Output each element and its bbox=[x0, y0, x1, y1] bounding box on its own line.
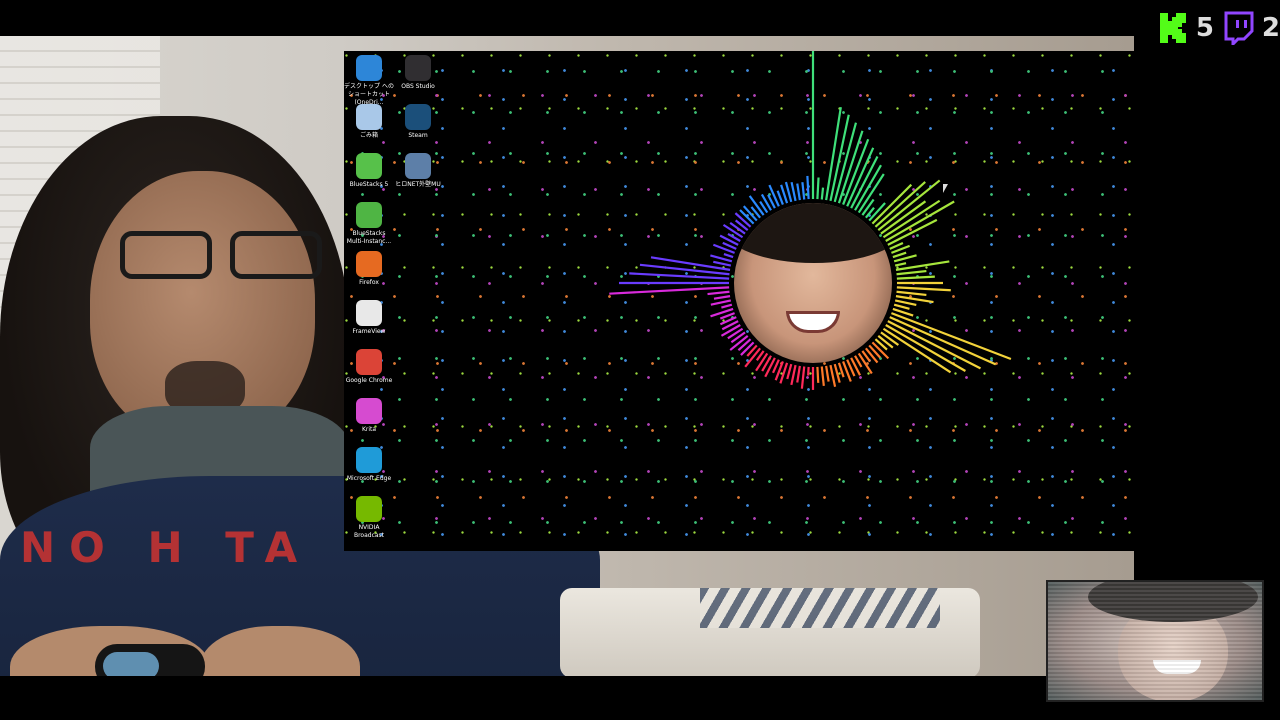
edge-icon bbox=[356, 447, 382, 473]
desktop-icon-label: NVIDIA Broadcast bbox=[353, 524, 385, 539]
visualizer-bar bbox=[816, 177, 820, 200]
visualizer-bar bbox=[877, 335, 894, 349]
app-icon bbox=[405, 153, 431, 179]
visualizer-bar bbox=[880, 331, 900, 346]
visualizer-bar bbox=[723, 253, 734, 259]
kick-icon bbox=[1159, 13, 1186, 43]
visualizer-bar bbox=[891, 312, 1012, 361]
desktop-icon-label: BlueStacks Multi-Instanc... bbox=[346, 230, 392, 245]
streamer-glasses bbox=[120, 231, 325, 283]
recycle-bin-icon bbox=[356, 104, 382, 130]
stream-viewer-badges: 5 2 bbox=[1158, 8, 1280, 48]
visualizer-bar bbox=[786, 363, 793, 380]
visualizer-bar bbox=[837, 362, 845, 378]
desktop-icon-onedrive[interactable]: デスクトップ へのショートカット (OneDri... bbox=[344, 55, 394, 107]
visualizer-bar bbox=[865, 347, 879, 364]
visualizer-bar bbox=[894, 262, 907, 267]
visualizer-bar bbox=[639, 263, 730, 276]
onedrive-icon bbox=[356, 55, 382, 81]
desktop-icon-bluestacks[interactable]: BlueStacks 5 bbox=[344, 153, 394, 189]
bluestacks-icon bbox=[356, 153, 382, 179]
obs-icon bbox=[405, 55, 431, 81]
visualizer-bar bbox=[894, 299, 917, 307]
mouse-cursor-icon bbox=[943, 184, 948, 193]
visualizer-bar bbox=[790, 181, 797, 202]
visualizer-bar bbox=[796, 365, 801, 383]
visualizer-bar bbox=[800, 366, 806, 389]
visualizer-bar bbox=[720, 324, 741, 337]
desktop-icon-obs[interactable]: OBS Studio bbox=[393, 55, 443, 91]
visualizer-bar bbox=[796, 183, 801, 201]
visualizer-bar bbox=[764, 357, 776, 378]
desktop-icon-recycle-bin[interactable]: ごみ箱 bbox=[344, 104, 394, 140]
desktop-capture: デスクトップ へのショートカット (OneDri... OBS Studio ごみ箱… bbox=[344, 51, 1134, 551]
kick-viewer-count: 5 bbox=[1195, 13, 1214, 43]
steam-icon bbox=[405, 104, 431, 130]
visualizer-bar bbox=[710, 299, 732, 306]
desktop-icon-krita[interactable]: Krita bbox=[344, 398, 394, 434]
bed-stripes bbox=[700, 588, 940, 628]
firefox-icon bbox=[356, 251, 382, 277]
desktop-icon-label: ごみ箱 bbox=[359, 132, 378, 139]
desktop-icon-label: BlueStacks 5 bbox=[349, 181, 389, 188]
desktop-icon-label: OBS Studio bbox=[401, 83, 435, 90]
visualizer-bar bbox=[755, 352, 769, 372]
visualizer-bar bbox=[713, 295, 731, 300]
visualizer-bar bbox=[629, 272, 730, 280]
desktop-icon-label: Microsoft Edge bbox=[346, 475, 392, 482]
desktop-icon-firefox[interactable]: Firefox bbox=[344, 251, 394, 287]
visualizer-bar bbox=[892, 251, 907, 259]
visualizer-bar bbox=[896, 269, 927, 276]
twitch-viewer-count: 2 bbox=[1261, 13, 1280, 43]
desktop-icon-label: Firefox bbox=[359, 279, 379, 286]
desktop-icon-label: ヒロNET外壁MU bbox=[395, 181, 441, 188]
twitch-icon bbox=[1224, 11, 1254, 45]
desktop-icon-chrome[interactable]: Google Chrome bbox=[344, 349, 394, 385]
desktop-icon-bluestacks-multi[interactable]: BlueStacks Multi-Instanc... bbox=[344, 202, 394, 246]
krita-icon bbox=[356, 398, 382, 424]
desktop-icon-label: FrameView bbox=[352, 328, 386, 335]
sweater-text: NO H TA bbox=[20, 523, 312, 572]
visualizer-bar bbox=[707, 290, 730, 296]
desktop-icon-label: Google Chrome bbox=[345, 377, 393, 384]
visualizer-bar bbox=[713, 260, 732, 267]
desktop-icon-frameview[interactable]: FrameView bbox=[344, 300, 394, 336]
visualizer-bar bbox=[893, 303, 910, 310]
desktop-icon-app[interactable]: ヒロNET外壁MU bbox=[393, 153, 443, 189]
visualizer-bar bbox=[833, 363, 841, 383]
visualizer-bar bbox=[829, 364, 837, 388]
game-controller bbox=[95, 644, 205, 676]
desktop-icon-label: Steam bbox=[408, 132, 428, 139]
visualizer-bar bbox=[740, 341, 755, 356]
guest-hair bbox=[734, 203, 892, 263]
chrome-icon bbox=[356, 349, 382, 375]
preview-scanlines bbox=[1048, 582, 1262, 700]
bluestacks-multi-icon bbox=[356, 202, 382, 228]
guest-webcam-circle bbox=[734, 203, 892, 363]
desktop-icon-edge[interactable]: Microsoft Edge bbox=[344, 447, 394, 483]
visualizer-bar bbox=[820, 366, 825, 387]
visualizer-bar bbox=[825, 365, 830, 382]
desktop-icon-steam[interactable]: Steam bbox=[393, 104, 443, 140]
visualizer-bar bbox=[896, 275, 935, 280]
desktop-icon-label: Krita bbox=[361, 426, 377, 433]
desktop-icon-nvidia-broadcast[interactable]: NVIDIA Broadcast bbox=[344, 496, 394, 540]
visualizer-bar bbox=[790, 364, 797, 386]
visualizer-bar bbox=[896, 286, 951, 292]
nvidia-broadcast-icon bbox=[356, 496, 382, 522]
guest-smile bbox=[786, 311, 840, 333]
visualizer-bar bbox=[721, 303, 733, 309]
visualizer-bar bbox=[820, 187, 825, 200]
visualizer-bar bbox=[806, 175, 810, 200]
visualizer-bar bbox=[885, 324, 966, 372]
frameview-icon bbox=[356, 300, 382, 326]
visualizer-bar bbox=[801, 182, 806, 200]
webcam-preview-thumbnail bbox=[1046, 580, 1264, 702]
visualizer-bar bbox=[816, 366, 820, 383]
visualizer-bar bbox=[896, 290, 927, 297]
